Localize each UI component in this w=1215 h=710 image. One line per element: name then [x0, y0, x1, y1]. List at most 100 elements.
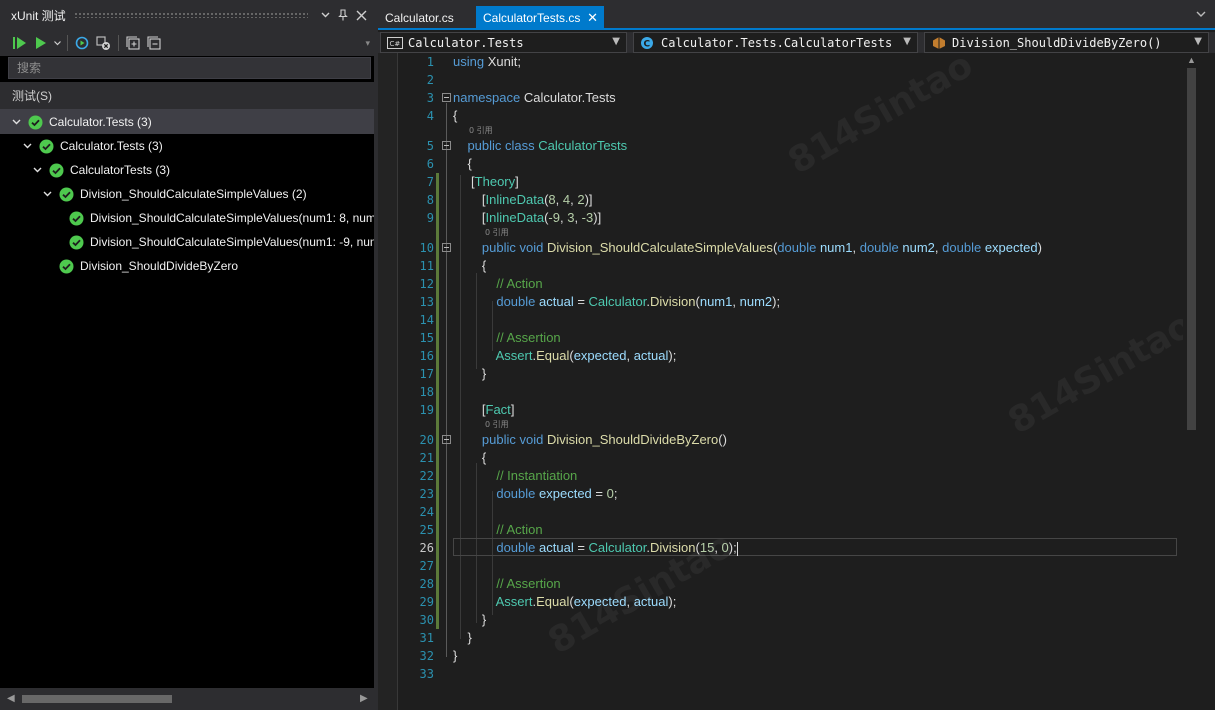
scrollbar-thumb[interactable] [1187, 68, 1196, 430]
line-number[interactable]: 5 [398, 137, 434, 155]
chevron-down-icon[interactable] [10, 116, 22, 128]
chevron-down-icon[interactable] [41, 188, 53, 200]
fold-toggle-icon[interactable] [442, 243, 451, 252]
line-number[interactable]: 1 [398, 53, 434, 71]
expand-all-button[interactable] [123, 33, 143, 53]
tab-calculator-cs[interactable]: Calculator.cs [378, 6, 474, 30]
line-number[interactable]: 14 [398, 311, 434, 329]
tabs-dropdown-icon[interactable] [1196, 9, 1206, 20]
code-line[interactable]: // Instantiation [453, 467, 577, 485]
code-line[interactable]: } [453, 365, 486, 383]
line-number[interactable]: 6 [398, 155, 434, 173]
line-number[interactable]: 12 [398, 275, 434, 293]
fold-toggle-icon[interactable] [442, 141, 451, 150]
scroll-up-icon[interactable]: ▲ [1187, 55, 1196, 65]
line-number[interactable]: 31 [398, 629, 434, 647]
line-number[interactable]: 29 [398, 593, 434, 611]
tree-item-fact[interactable]: Division_ShouldDivideByZero [0, 254, 374, 278]
project-dropdown[interactable]: C# Calculator.Tests ▼ [380, 32, 627, 53]
line-number[interactable]: 18 [398, 383, 434, 401]
code-line[interactable]: [InlineData(-9, 3, -3)] [453, 209, 601, 227]
run-button[interactable] [31, 33, 51, 53]
code-line[interactable]: } [453, 647, 457, 665]
pin-icon[interactable] [334, 6, 352, 24]
codelens-references[interactable]: 0 引用 [485, 420, 509, 430]
search-input[interactable] [17, 61, 370, 75]
code-line[interactable]: public void Division_ShouldCalculateSimp… [453, 239, 1042, 257]
code-line[interactable]: [Theory] [453, 173, 519, 191]
tab-calculatortests-cs[interactable]: CalculatorTests.cs ✕ [476, 6, 604, 30]
code-line[interactable]: // Action [453, 275, 542, 293]
code-line[interactable]: } [453, 629, 471, 647]
run-dropdown-button[interactable] [52, 33, 62, 53]
type-dropdown[interactable]: C Calculator.Tests.CalculatorTests ▼ [633, 32, 918, 53]
panel-dropdown-icon[interactable] [316, 6, 334, 24]
code-line[interactable]: [Fact] [453, 401, 515, 419]
fold-toggle-icon[interactable] [442, 435, 451, 444]
line-number[interactable]: 27 [398, 557, 434, 575]
code-line[interactable]: } [453, 611, 486, 629]
tree-item-test-case[interactable]: Division_ShouldCalculateSimpleValues(num… [0, 206, 374, 230]
line-number[interactable]: 8 [398, 191, 434, 209]
member-dropdown[interactable]: Division_ShouldDivideByZero() ▼ [924, 32, 1209, 53]
line-number[interactable]: 3 [398, 89, 434, 107]
line-number[interactable]: 20 [398, 431, 434, 449]
fold-toggle-icon[interactable] [442, 93, 451, 102]
code-line[interactable]: { [453, 449, 486, 467]
code-line[interactable]: [InlineData(8, 4, 2)] [453, 191, 593, 209]
code-line[interactable]: { [453, 155, 471, 173]
drag-grip[interactable] [73, 12, 308, 18]
run-all-button[interactable] [10, 33, 30, 53]
chevron-down-icon[interactable] [31, 164, 43, 176]
line-number[interactable]: 32 [398, 647, 434, 665]
refresh-button[interactable] [72, 33, 92, 53]
line-number[interactable]: 11 [398, 257, 434, 275]
horizontal-scrollbar[interactable]: ◀ ▶ [0, 688, 374, 710]
line-number[interactable]: 16 [398, 347, 434, 365]
line-number[interactable]: 25 [398, 521, 434, 539]
code-line[interactable]: Assert.Equal(expected, actual); [453, 593, 677, 611]
code-line[interactable]: double actual = Calculator.Division(15, … [453, 539, 738, 557]
line-number[interactable]: 4 [398, 107, 434, 125]
code-line[interactable]: { [453, 107, 457, 125]
code-line[interactable]: public void Division_ShouldDivideByZero(… [453, 431, 727, 449]
line-number[interactable]: 9 [398, 209, 434, 227]
code-line[interactable]: public class CalculatorTests [453, 137, 627, 155]
codelens-references[interactable]: 0 引用 [485, 228, 509, 238]
scroll-left-icon[interactable]: ◀ [7, 693, 15, 704]
line-number[interactable]: 22 [398, 467, 434, 485]
code-line[interactable]: { [453, 257, 486, 275]
scrollbar-thumb[interactable] [22, 695, 172, 703]
code-line[interactable]: double expected = 0; [453, 485, 617, 503]
close-icon[interactable]: ✕ [587, 6, 598, 30]
line-number[interactable]: 13 [398, 293, 434, 311]
line-number[interactable]: 28 [398, 575, 434, 593]
line-number[interactable]: 30 [398, 611, 434, 629]
collapse-all-button[interactable] [144, 33, 164, 53]
tree-item-test-case[interactable]: Division_ShouldCalculateSimpleValues(num… [0, 230, 374, 254]
line-number[interactable]: 23 [398, 485, 434, 503]
codelens-references[interactable]: 0 引用 [469, 126, 493, 136]
chevron-down-icon[interactable] [21, 140, 33, 152]
code-line[interactable]: double actual = Calculator.Division(num1… [453, 293, 780, 311]
tree-item-theory[interactable]: Division_ShouldCalculateSimpleValues (2) [0, 182, 374, 206]
code-line[interactable]: namespace Calculator.Tests [453, 89, 616, 107]
code-line[interactable]: Assert.Equal(expected, actual); [453, 347, 677, 365]
line-number[interactable]: 33 [398, 665, 434, 683]
line-number[interactable]: 21 [398, 449, 434, 467]
close-icon[interactable] [352, 6, 370, 24]
line-number[interactable]: 10 [398, 239, 434, 257]
code-line[interactable]: // Assertion [453, 575, 560, 593]
line-number[interactable]: 17 [398, 365, 434, 383]
tests-section-header[interactable]: 测试(S) [0, 82, 374, 110]
code-line[interactable]: // Assertion [453, 329, 560, 347]
code-editor[interactable]: 1 2 3 4 5 6 7 8 9 10 11 12 13 14 15 16 17 18 19 20 21 22 23 24 2… [378, 44, 1215, 710]
code-line[interactable]: // Action [453, 521, 542, 539]
line-number[interactable]: 2 [398, 71, 434, 89]
toolbar-overflow-icon[interactable]: ▾ [365, 38, 370, 49]
line-number[interactable]: 15 [398, 329, 434, 347]
scroll-right-icon[interactable]: ▶ [360, 693, 368, 704]
tree-item-project[interactable]: Calculator.Tests (3) [0, 110, 374, 134]
line-number[interactable]: 26 [398, 539, 434, 557]
vertical-scrollbar[interactable]: ▲ [1183, 53, 1200, 710]
